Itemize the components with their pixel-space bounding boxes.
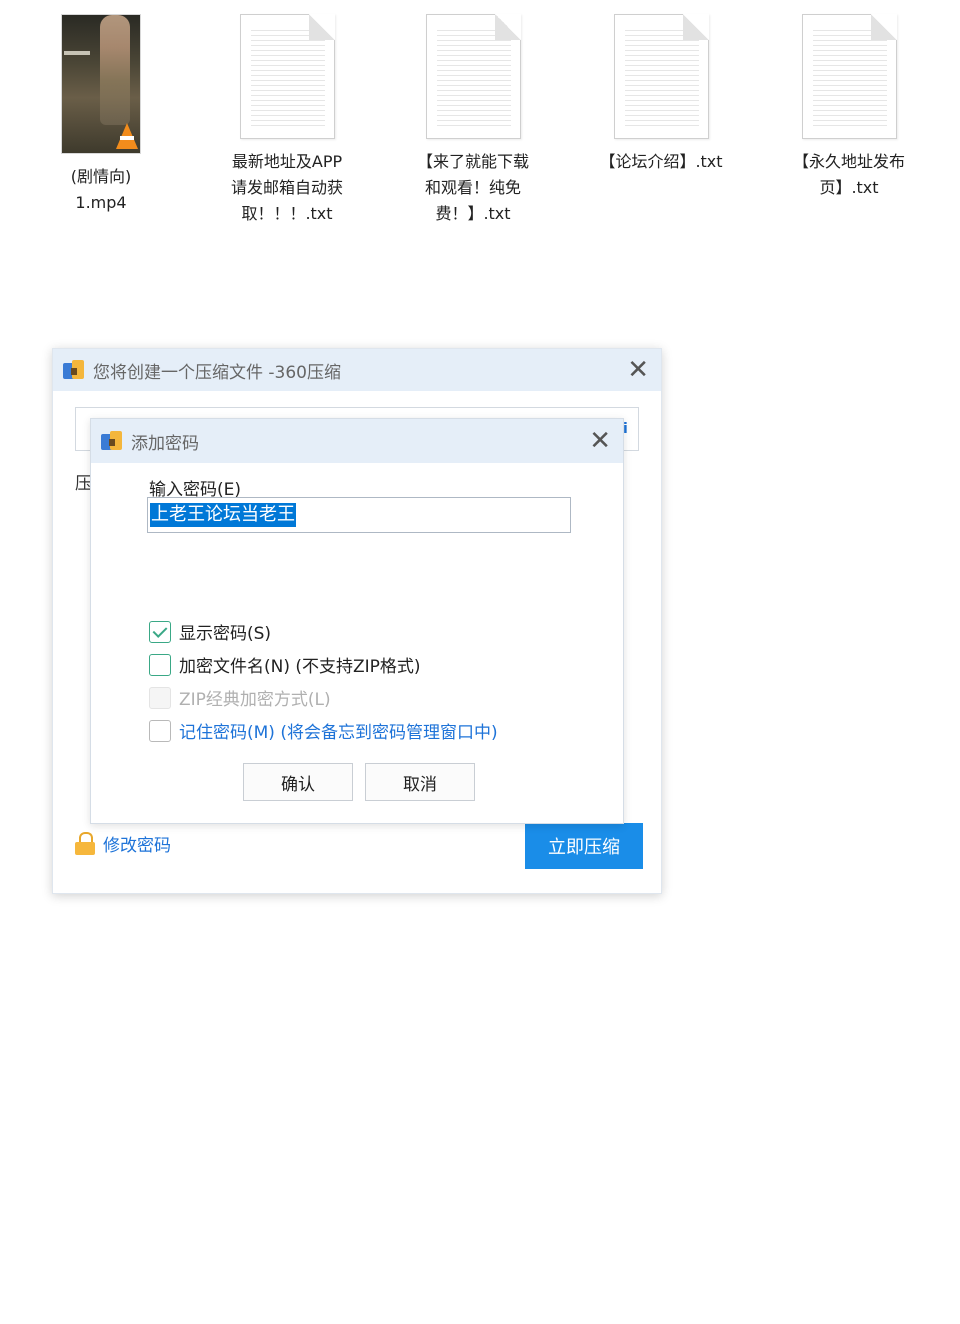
file-item-txt[interactable]: 最新地址及APP 请发邮箱自动获 取！！！.txt [212, 14, 362, 227]
compress-now-button[interactable]: 立即压缩 [525, 823, 643, 869]
show-password-checkbox[interactable] [149, 620, 171, 643]
archive-app-icon [63, 360, 85, 380]
password-input[interactable]: 上老王论坛当老王 [147, 497, 571, 533]
zip-classic-label: ZIP经典加密方式(L) [179, 690, 331, 710]
file-name: 【来了就能下载 和观看！纯免 费！】.txt [416, 152, 529, 223]
encrypt-filenames-checkbox[interactable] [149, 653, 171, 676]
show-password-option[interactable]: 显示密码(S) [149, 619, 271, 644]
show-password-label: 显示密码(S) [179, 624, 272, 644]
encrypt-filenames-label: 加密文件名(N) (不支持ZIP格式) [179, 657, 421, 677]
remember-password-label[interactable]: 记住密码(M) (将会备忘到密码管理窗口中) [179, 718, 498, 743]
encrypt-filenames-option[interactable]: 加密文件名(N) (不支持ZIP格式) [149, 652, 421, 677]
file-name: 【永久地址发布 页】.txt [792, 152, 905, 197]
file-item-txt[interactable]: 【永久地址发布 页】.txt [774, 14, 924, 201]
dialog-titlebar: 您将创建一个压缩文件 -360压缩 ✕ [53, 349, 661, 391]
close-icon[interactable]: ✕ [627, 357, 649, 383]
remember-password-option[interactable]: 记住密码(M) (将会备忘到密码管理窗口中) [149, 718, 498, 743]
txt-file-icon [801, 14, 897, 139]
add-password-dialog: 添加密码 ✕ 输入密码(E) 上老王论坛当老王 显示密码(S) 加密文件名(N)… [90, 418, 624, 824]
video-thumbnail [61, 14, 141, 154]
file-name: (剧情向) 1.mp4 [70, 167, 132, 212]
file-item-txt[interactable]: 【来了就能下载 和观看！纯免 费！】.txt [398, 14, 548, 227]
change-password-link[interactable]: 修改密码 [75, 831, 171, 856]
close-icon[interactable]: ✕ [589, 428, 611, 454]
cancel-button[interactable]: 取消 [365, 763, 475, 801]
password-value: 上老王论坛当老王 [150, 503, 296, 527]
change-password-label[interactable]: 修改密码 [103, 831, 171, 856]
remember-password-checkbox[interactable] [149, 719, 171, 742]
file-item-video[interactable]: (剧情向) 1.mp4 [26, 14, 176, 216]
dialog-title: 您将创建一个压缩文件 -360压缩 [93, 362, 341, 383]
zip-classic-checkbox [149, 686, 171, 709]
txt-file-icon [425, 14, 521, 139]
file-name: 最新地址及APP 请发邮箱自动获 取！！！.txt [230, 152, 343, 223]
ok-button[interactable]: 确认 [243, 763, 353, 801]
lock-icon [75, 831, 95, 856]
archive-app-icon [101, 431, 123, 451]
txt-file-icon [613, 14, 709, 139]
subdialog-title: 添加密码 [131, 433, 199, 454]
file-item-txt[interactable]: 【论坛介绍】.txt [586, 14, 736, 175]
subdialog-titlebar: 添加密码 ✕ [91, 419, 623, 463]
txt-file-icon [239, 14, 335, 139]
file-name: 【论坛介绍】.txt [599, 152, 723, 171]
zip-classic-option: ZIP经典加密方式(L) [149, 685, 331, 710]
